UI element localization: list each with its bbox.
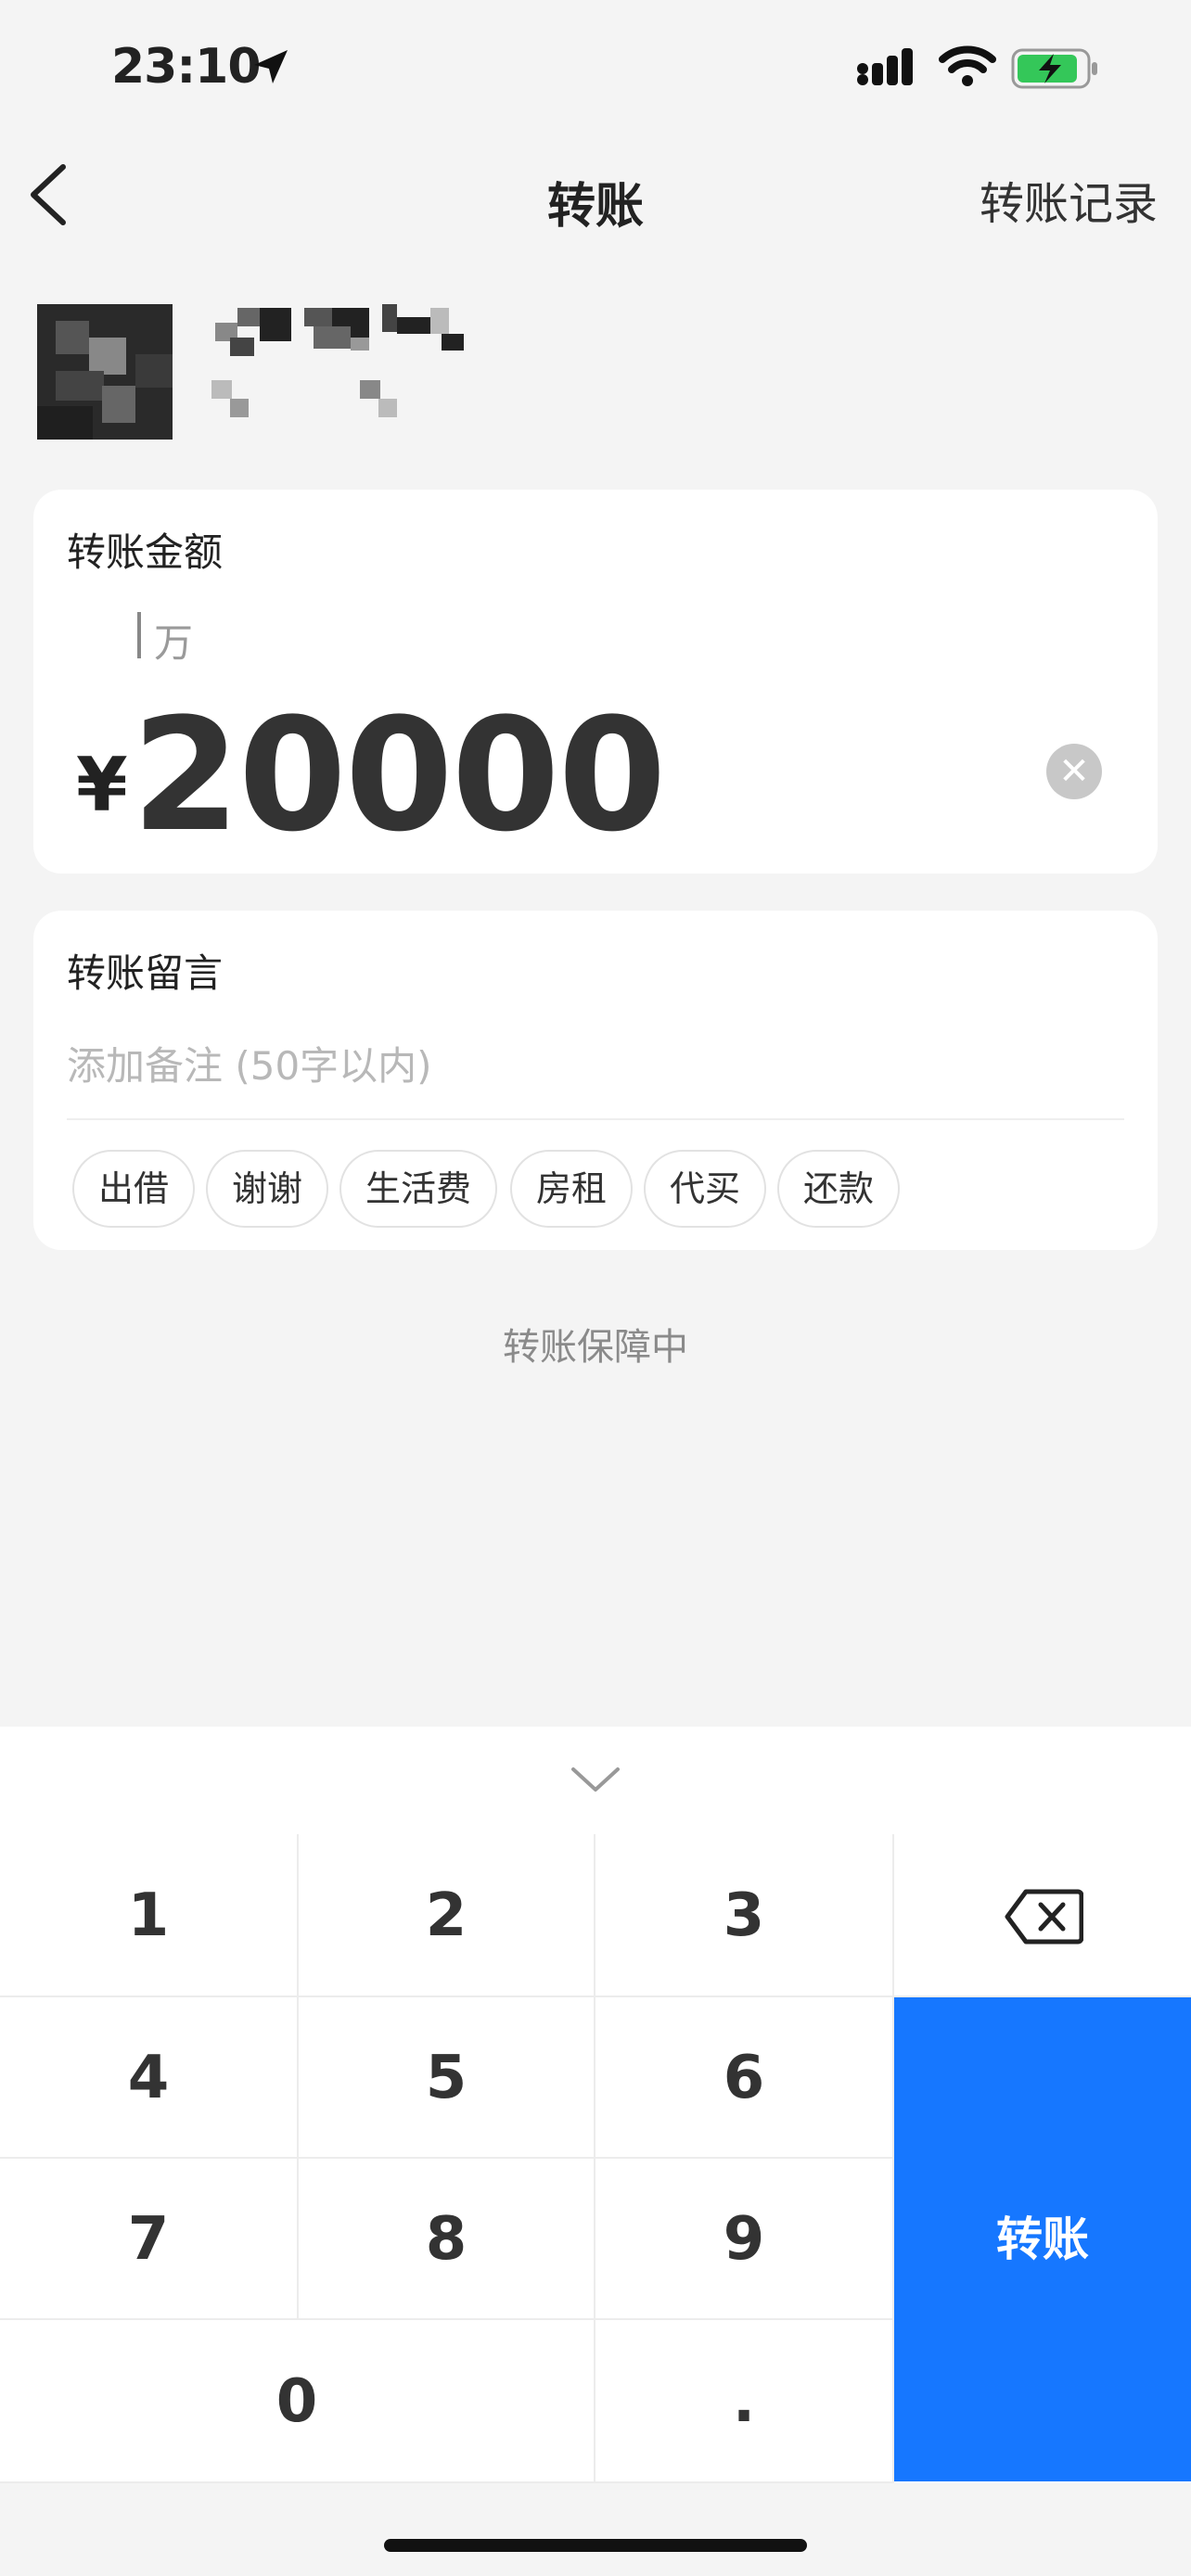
payee-name-pixelated [211,304,464,417]
chip-repay[interactable]: 还款 [777,1150,900,1228]
clear-amount-button[interactable]: ✕ [1046,744,1102,799]
key-4[interactable]: 4 [0,1997,299,2159]
cellular-signal-icon [857,48,913,85]
chip-thanks[interactable]: 谢谢 [206,1150,328,1228]
unit-hint: 万 [154,620,194,666]
key-3[interactable]: 3 [596,1834,894,1997]
chip-proxy-buy[interactable]: 代买 [644,1150,766,1228]
key-6[interactable]: 6 [596,1997,894,2159]
chip-living-expenses[interactable]: 生活费 [339,1150,497,1228]
location-arrow-icon [254,50,288,83]
key-9[interactable]: 9 [596,2159,894,2320]
backspace-icon [1005,1889,1083,1945]
close-icon: ✕ [1058,750,1090,793]
key-7[interactable]: 7 [0,2159,299,2320]
chip-rent[interactable]: 房租 [510,1150,633,1228]
battery-charging-icon [1011,48,1097,89]
key-decimal[interactable]: . [596,2320,894,2483]
amount-input[interactable]: 20000 [132,697,666,853]
collapse-keyboard-chevron-icon[interactable] [568,1764,623,1797]
home-indicator[interactable] [384,2539,807,2552]
chip-lend[interactable]: 出借 [72,1150,195,1228]
key-8[interactable]: 8 [299,2159,596,2320]
key-1[interactable]: 1 [0,1834,299,1997]
wifi-icon [939,45,996,86]
amount-label: 转账金额 [67,529,224,575]
remark-input[interactable]: 添加备注 (50字以内) [67,1035,432,1091]
currency-symbol: ¥ [76,742,128,828]
transfer-guarantee-text: 转账保障中 [503,1326,688,1369]
key-2[interactable]: 2 [299,1834,596,1997]
home-area [0,2483,1191,2576]
status-time: 23:10 [111,39,262,95]
key-5[interactable]: 5 [299,1997,596,2159]
payee-avatar [37,304,173,440]
remark-label: 转账留言 [67,950,224,996]
key-0[interactable]: 0 [0,2320,596,2483]
unit-cursor [137,612,141,658]
transfer-record-link[interactable]: 转账记录 [980,167,1158,232]
backspace-key[interactable] [894,1834,1191,1997]
divider [67,1118,1124,1120]
transfer-button[interactable]: 转账 [894,1997,1191,2481]
